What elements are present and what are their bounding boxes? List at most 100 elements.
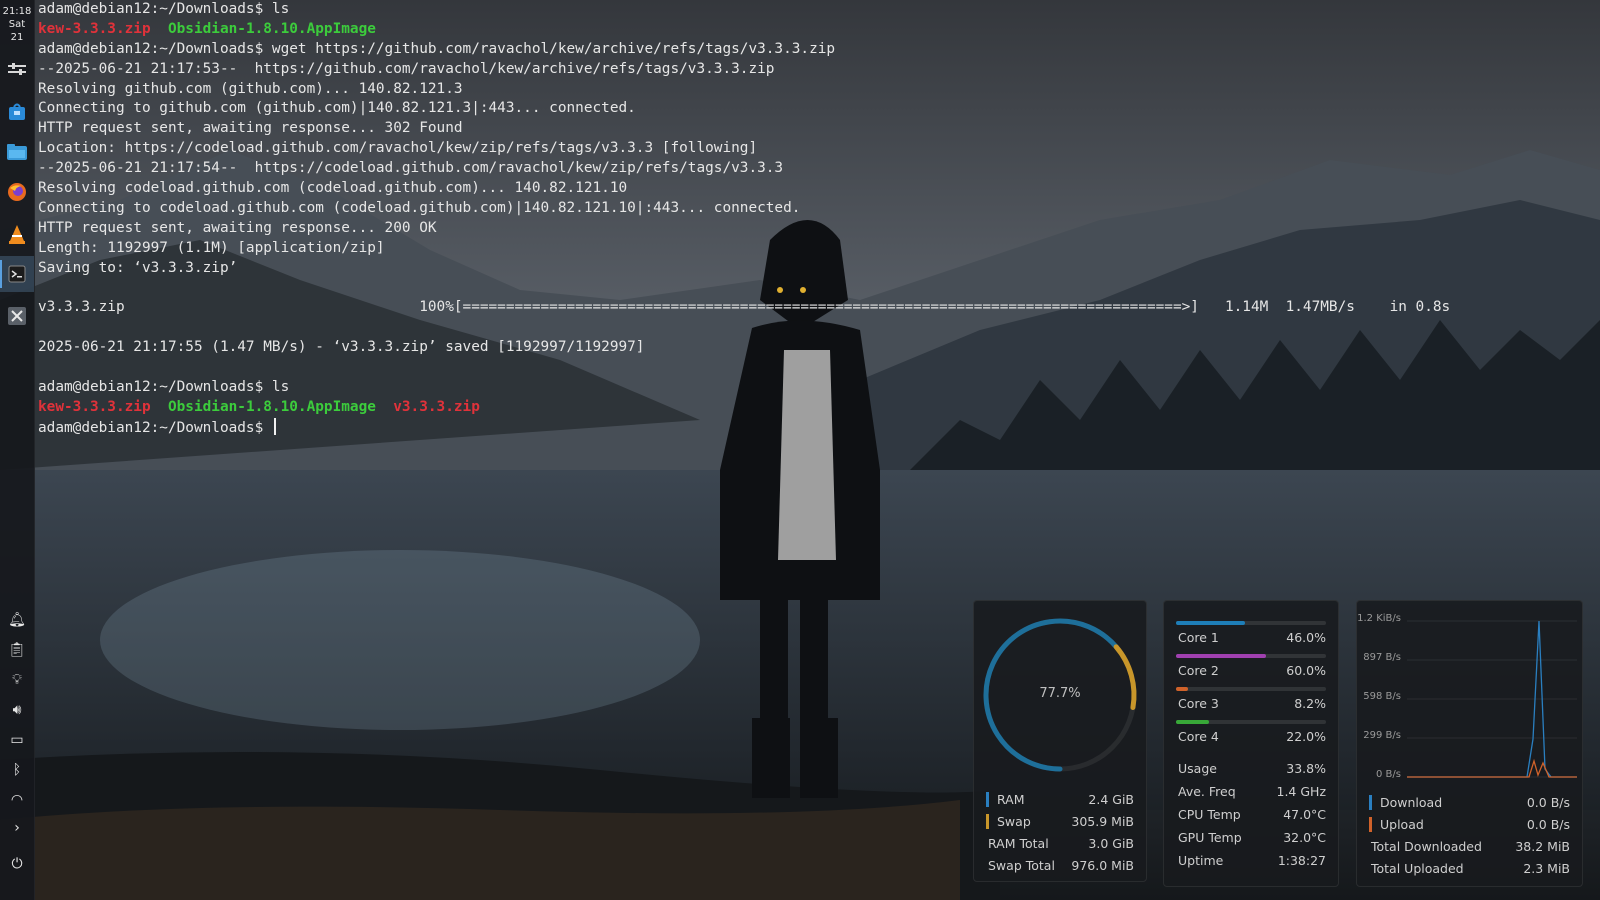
terminal-line: Location: https://codeload.github.com/ra…: [38, 139, 1600, 159]
terminal-line: --2025-06-21 21:17:54-- https://codeload…: [38, 159, 1600, 179]
clipboard-icon[interactable]: 📋︎: [0, 637, 34, 663]
terminal-line: adam@debian12:~/Downloads$ ls: [38, 378, 1600, 398]
memory-stat-row: Swap 305.9 MiB: [974, 811, 1146, 831]
network-stat-value: 0.0 B/s: [1526, 816, 1570, 832]
memory-widget: 77.7% RAM 2.4 GiB Swap 305.9 MiB RAM Total 3.…: [973, 600, 1147, 882]
terminal-line: 2025-06-21 21:17:55 (1.47 MB/s) - ‘v3.3.…: [38, 338, 1600, 358]
terminal-line: --2025-06-21 21:17:53-- https://github.c…: [38, 60, 1600, 80]
network-widget: 1.2 KiB/s 897 B/s 598 B/s 299 B/s 0 B/s Down…: [1356, 600, 1583, 887]
terminal-line: Connecting to github.com (github.com)|14…: [38, 99, 1600, 119]
network-stat-label: Download: [1369, 794, 1442, 810]
terminal-line: Length: 1192997 (1.1M) [application/zip]: [38, 239, 1600, 259]
network-stat-value: 38.2 MiB: [1515, 838, 1570, 854]
cpu-stat-label: Ave. Freq: [1178, 783, 1236, 799]
terminal-line: Resolving github.com (github.com)... 140…: [38, 80, 1600, 100]
core-value: 60.0%: [1286, 662, 1326, 678]
core-usage-bar: [1176, 720, 1326, 724]
core-usage-bar: [1176, 654, 1326, 658]
cpu-stat-value: 47.0°C: [1283, 806, 1326, 822]
vlc-icon[interactable]: [0, 216, 34, 252]
network-stat-label: Total Uploaded: [1371, 860, 1464, 876]
terminal-text: Connecting to codeload.github.com (codel…: [38, 199, 801, 216]
side-panel: 21:18 Sat 21 🔔︎ 📋︎ 💡︎ 🔊︎ ▭ ᛒ ◠ › ⏻: [0, 0, 35, 900]
core-label: Core 2: [1178, 662, 1219, 678]
terminal-text: adam@debian12:~/Downloads$ ls: [38, 378, 290, 395]
memory-stat-value: 305.9 MiB: [1071, 813, 1134, 829]
terminal-cursor: [273, 417, 276, 435]
notifications-icon[interactable]: 🔔︎: [0, 607, 34, 633]
firefox-icon[interactable]: [0, 174, 34, 210]
terminal-icon[interactable]: [0, 256, 34, 292]
core-usage-fill: [1176, 687, 1189, 691]
cpu-stat-row: GPU Temp 32.0°C: [1164, 827, 1338, 847]
file-entry: kew-3.3.3.zip: [38, 398, 151, 415]
memory-stat-label: RAM Total: [988, 835, 1049, 851]
memory-stat-value: 3.0 GiB: [1088, 835, 1134, 851]
memory-stat-value: 2.4 GiB: [1088, 791, 1134, 807]
cpu-stat-row: CPU Temp 47.0°C: [1164, 804, 1338, 824]
terminal-text: adam@debian12:~/Downloads$ wget https://…: [38, 40, 836, 57]
core-label: Core 4: [1178, 728, 1219, 744]
terminal-output[interactable]: adam@debian12:~/Downloads$ ls kew-3.3.3.z…: [38, 0, 1600, 440]
memory-stat-row: Swap Total 976.0 MiB: [974, 855, 1146, 875]
network-axis-label: 0 B/s: [1376, 769, 1401, 780]
cpu-stat-label: Usage: [1178, 760, 1217, 776]
core-usage-fill: [1176, 720, 1209, 724]
file-entry: Obsidian-1.8.10.AppImage: [167, 398, 376, 415]
terminal-text: --2025-06-21 21:17:53-- https://github.c…: [38, 60, 775, 77]
store-icon[interactable]: [0, 94, 34, 130]
power-menu-icon[interactable]: ⏻: [0, 851, 34, 877]
cpu-stat-label: GPU Temp: [1178, 829, 1242, 845]
file-entry: kew-3.3.3.zip: [38, 20, 151, 37]
network-stat-value: 0.0 B/s: [1526, 794, 1570, 810]
core-row: Core 4 22.0%: [1164, 726, 1338, 746]
terminal-text: Saving to: ‘v3.3.3.zip’: [38, 259, 238, 276]
clock[interactable]: 21:18 Sat 21: [0, 0, 34, 44]
bluetooth-icon[interactable]: ᛒ: [0, 757, 34, 783]
core-usage-fill: [1176, 654, 1266, 658]
terminal-line: v3.3.3.zip 100%[========================…: [38, 298, 1600, 318]
terminal-text: v3.3.3.zip 100%[========================…: [38, 299, 1451, 316]
clock-date: 21: [10, 32, 24, 43]
core-value: 8.2%: [1294, 695, 1326, 711]
memory-stat-label: RAM: [986, 791, 1025, 807]
terminal-text: HTTP request sent, awaiting response... …: [38, 120, 463, 137]
cpu-stat-row: Uptime 1:38:27: [1164, 850, 1338, 870]
volume-icon[interactable]: 🔊︎: [0, 697, 34, 723]
memory-stat-label: Swap: [986, 813, 1031, 829]
memory-gauge-value: 77.7%: [1039, 686, 1081, 701]
terminal-text: HTTP request sent, awaiting response... …: [38, 219, 437, 236]
network-stat-value: 2.3 MiB: [1523, 860, 1570, 876]
terminal-text: Resolving github.com (github.com)... 140…: [38, 80, 463, 97]
terminal-line: HTTP request sent, awaiting response... …: [38, 219, 1600, 239]
core-row: Core 3 8.2%: [1164, 693, 1338, 713]
expand-tray-icon[interactable]: ›: [0, 815, 34, 841]
clock-day: Sat: [8, 19, 26, 30]
network-stat-row: Upload 0.0 B/s: [1357, 814, 1582, 834]
memory-stat-row: RAM Total 3.0 GiB: [974, 833, 1146, 853]
terminal-line: Connecting to codeload.github.com (codel…: [38, 199, 1600, 219]
cpu-stat-value: 1:38:27: [1277, 852, 1326, 868]
x-app-icon[interactable]: [0, 298, 34, 334]
file-manager-icon[interactable]: [0, 134, 34, 170]
network-graph: [1407, 620, 1577, 778]
network-stat-label: Upload: [1369, 816, 1424, 832]
terminal-text: Resolving codeload.github.com (codeload.…: [38, 180, 628, 197]
file-entry: v3.3.3.zip: [393, 398, 480, 415]
battery-icon[interactable]: ▭: [0, 727, 34, 753]
core-usage-bar: [1176, 621, 1326, 625]
network-stat-row: Download 0.0 B/s: [1357, 792, 1582, 812]
cpu-stat-row: Ave. Freq 1.4 GHz: [1164, 781, 1338, 801]
wifi-icon[interactable]: ◠: [0, 787, 34, 813]
core-label: Core 1: [1178, 629, 1219, 645]
terminal-line: Saving to: ‘v3.3.3.zip’: [38, 259, 1600, 279]
core-usage-bar: [1176, 687, 1326, 691]
memory-stat-value: 976.0 MiB: [1071, 857, 1134, 873]
system-settings-icon[interactable]: [0, 52, 34, 88]
core-label: Core 3: [1178, 695, 1219, 711]
cpu-widget: Core 1 46.0% Core 2 60.0% Core 3 8.2% Core 4 22…: [1163, 600, 1339, 887]
night-light-icon[interactable]: 💡︎: [0, 667, 34, 693]
terminal-line: adam@debian12:~/Downloads$ wget https://…: [38, 40, 1600, 60]
